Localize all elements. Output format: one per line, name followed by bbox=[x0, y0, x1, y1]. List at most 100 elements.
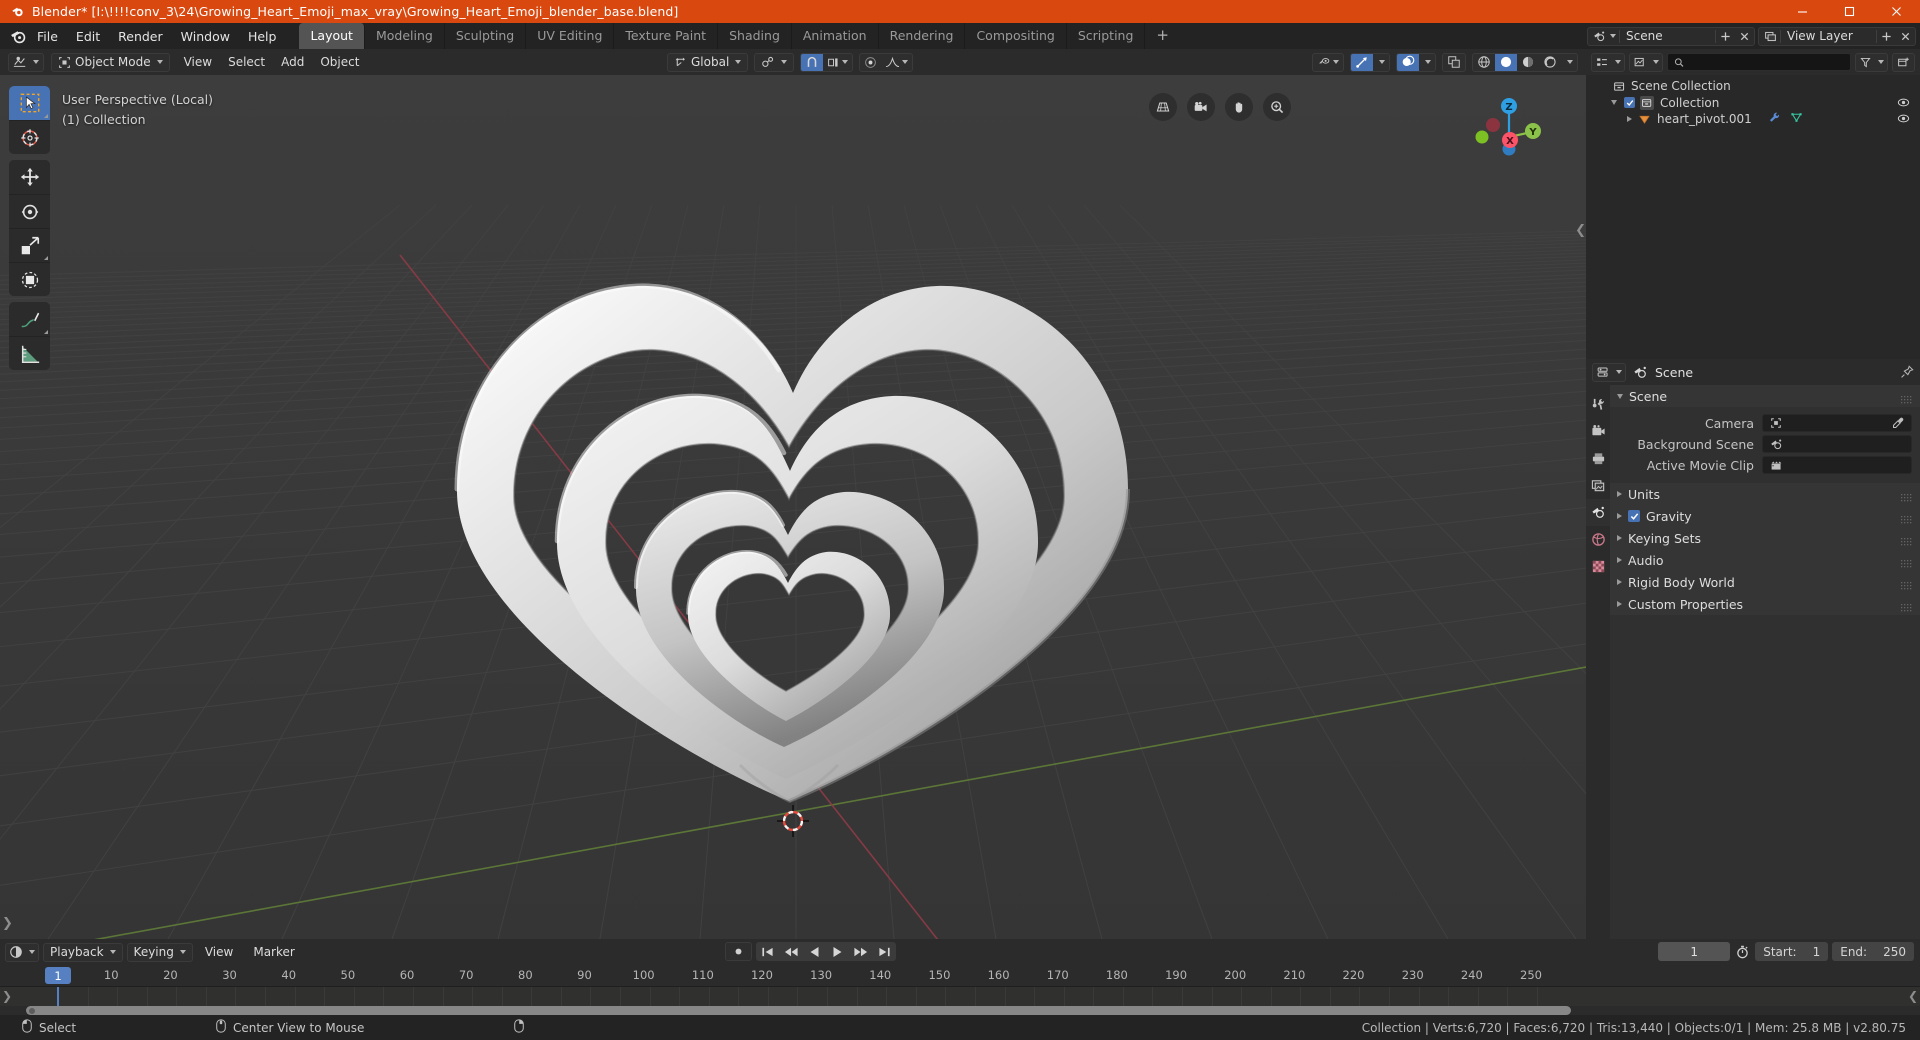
tab-rendering[interactable]: Rendering bbox=[879, 23, 966, 49]
tab-scripting[interactable]: Scripting bbox=[1067, 23, 1146, 49]
outliner-search-input[interactable] bbox=[1667, 53, 1851, 71]
play-reverse-button[interactable] bbox=[804, 942, 826, 961]
tab-view-layer-properties[interactable] bbox=[1586, 472, 1610, 499]
collection-expand-toggle[interactable] bbox=[1608, 100, 1619, 106]
tab-tool-properties[interactable] bbox=[1586, 391, 1610, 418]
panel-header-rigid-body-world[interactable]: Rigid Body World bbox=[1610, 571, 1920, 593]
viewport-menu-view[interactable]: View bbox=[176, 52, 220, 72]
scene-name-field[interactable]: Scene bbox=[1620, 29, 1715, 43]
toggle-camera-view-icon[interactable] bbox=[1187, 93, 1215, 121]
snap-target-selector[interactable] bbox=[754, 52, 795, 72]
tool-scale[interactable] bbox=[9, 228, 50, 262]
viewport-menu-add[interactable]: Add bbox=[273, 52, 312, 72]
panel-header-audio[interactable]: Audio bbox=[1610, 549, 1920, 571]
tab-layout[interactable]: Layout bbox=[299, 23, 365, 49]
properties-body[interactable]: Scene Camera Background Scene Active Mov… bbox=[1610, 385, 1920, 939]
outliner-editor-type-selector[interactable] bbox=[1591, 52, 1625, 72]
shading-wireframe-button[interactable] bbox=[1473, 54, 1495, 71]
panel-drag-grip[interactable] bbox=[1901, 556, 1912, 568]
scene-selector[interactable]: Scene bbox=[1587, 26, 1755, 46]
gravity-checkbox[interactable] bbox=[1628, 510, 1640, 522]
unlink-scene-button[interactable] bbox=[1735, 31, 1754, 42]
overlay-options-dropdown[interactable] bbox=[1419, 54, 1435, 71]
tab-texture-properties[interactable] bbox=[1586, 553, 1610, 580]
panel-header-units[interactable]: Units bbox=[1610, 483, 1920, 505]
new-view-layer-button[interactable] bbox=[1877, 31, 1896, 42]
outliner-display-mode-selector[interactable] bbox=[1629, 52, 1663, 72]
shading-material-preview-button[interactable] bbox=[1517, 54, 1539, 71]
timeline-ruler[interactable]: 10 20 30 40 50 60 70 80 90 100 110 120 130 140 150 160 1… bbox=[0, 965, 1920, 987]
panel-drag-grip[interactable] bbox=[1901, 512, 1912, 524]
modifier-wrench-icon[interactable] bbox=[1768, 111, 1781, 127]
toggle-camera-perspective-icon[interactable] bbox=[1149, 93, 1177, 121]
tool-annotate[interactable] bbox=[9, 302, 50, 336]
menu-window[interactable]: Window bbox=[172, 26, 239, 47]
show-overlays-toggle[interactable] bbox=[1397, 53, 1419, 71]
view-layer-selector[interactable]: View Layer bbox=[1758, 26, 1916, 46]
scene-browse-icon[interactable] bbox=[1588, 30, 1619, 43]
active-movie-clip-field[interactable] bbox=[1762, 456, 1912, 474]
tab-output-properties[interactable] bbox=[1586, 445, 1610, 472]
frame-start-field[interactable]: Start: 1 bbox=[1755, 942, 1829, 961]
shading-options-dropdown[interactable] bbox=[1561, 54, 1577, 71]
maximize-button[interactable] bbox=[1826, 0, 1873, 23]
menu-edit[interactable]: Edit bbox=[67, 26, 109, 47]
outliner-search-field[interactable] bbox=[1688, 55, 1844, 69]
tool-measure[interactable] bbox=[9, 336, 50, 370]
object-visibility-icon[interactable] bbox=[1313, 54, 1343, 71]
jump-to-previous-keyframe-button[interactable] bbox=[779, 942, 804, 961]
background-scene-field[interactable] bbox=[1762, 435, 1912, 453]
navigation-gizmo[interactable]: Z Y X bbox=[1466, 89, 1546, 169]
menu-render[interactable]: Render bbox=[109, 26, 172, 47]
minimize-button[interactable] bbox=[1779, 0, 1826, 23]
current-frame-field[interactable]: 1 bbox=[1658, 942, 1731, 961]
viewport-menu-object[interactable]: Object bbox=[312, 52, 367, 72]
shading-rendered-button[interactable] bbox=[1539, 54, 1561, 71]
pin-id-icon[interactable] bbox=[1900, 365, 1914, 379]
outliner-row-heart-pivot[interactable]: heart_pivot.001 bbox=[1586, 111, 1920, 128]
properties-editor-type-selector[interactable] bbox=[1592, 362, 1626, 382]
playhead-frame-badge[interactable]: 1 bbox=[45, 967, 71, 984]
menu-file[interactable]: File bbox=[28, 26, 67, 47]
tool-move[interactable] bbox=[9, 160, 50, 194]
timeline-horizontal-scrollbar[interactable] bbox=[26, 1006, 1571, 1015]
viewport-bottom-toggle[interactable]: ❯ bbox=[2, 916, 13, 931]
jump-to-end-button[interactable] bbox=[873, 942, 896, 961]
timeline-right-toggle[interactable]: ❮ bbox=[1908, 989, 1918, 1003]
tab-scene-properties[interactable] bbox=[1586, 499, 1610, 526]
interaction-mode-selector[interactable]: Object Mode bbox=[51, 52, 170, 72]
zoom-view-icon[interactable] bbox=[1263, 93, 1291, 121]
toggle-xray-button[interactable] bbox=[1443, 54, 1465, 71]
jump-to-start-button[interactable] bbox=[756, 942, 779, 961]
use-preview-range-icon[interactable] bbox=[1734, 945, 1751, 959]
menu-help[interactable]: Help bbox=[239, 26, 286, 47]
panel-drag-grip[interactable] bbox=[1901, 534, 1912, 546]
tool-transform[interactable] bbox=[9, 262, 50, 296]
show-gizmo-toggle[interactable] bbox=[1351, 53, 1373, 71]
viewport-menu-select[interactable]: Select bbox=[220, 52, 273, 72]
remove-view-layer-button[interactable] bbox=[1896, 31, 1915, 42]
tab-shading[interactable]: Shading bbox=[718, 23, 792, 49]
gizmo-options-dropdown[interactable] bbox=[1373, 54, 1389, 71]
outliner-new-collection-button[interactable] bbox=[1892, 52, 1915, 72]
panel-drag-grip[interactable] bbox=[1901, 490, 1912, 502]
view-layer-browse-icon[interactable] bbox=[1759, 30, 1780, 43]
tool-cursor[interactable] bbox=[9, 120, 50, 154]
tab-texture-paint[interactable]: Texture Paint bbox=[614, 23, 719, 49]
eye-icon[interactable] bbox=[1897, 97, 1910, 111]
blender-logo-icon[interactable] bbox=[8, 26, 28, 46]
viewport-sidebar-toggle[interactable]: ❮ bbox=[1575, 223, 1586, 238]
panel-header-keying-sets[interactable]: Keying Sets bbox=[1610, 527, 1920, 549]
timeline-left-toggle[interactable]: ❯ bbox=[2, 989, 12, 1003]
panel-drag-grip[interactable] bbox=[1901, 578, 1912, 590]
tab-animation[interactable]: Animation bbox=[792, 23, 879, 49]
move-view-hand-icon[interactable] bbox=[1225, 93, 1253, 121]
tab-sculpting[interactable]: Sculpting bbox=[445, 23, 527, 49]
snap-magnet-toggle[interactable] bbox=[801, 53, 824, 71]
3d-viewport[interactable]: Object Mode View Select Add Object Globa… bbox=[0, 49, 1586, 939]
view-layer-name-field[interactable]: View Layer bbox=[1781, 29, 1876, 43]
outliner-filter-button[interactable] bbox=[1855, 52, 1888, 72]
panel-header-scene[interactable]: Scene bbox=[1610, 385, 1920, 407]
tab-render-properties[interactable] bbox=[1586, 418, 1610, 445]
tab-compositing[interactable]: Compositing bbox=[965, 23, 1067, 49]
